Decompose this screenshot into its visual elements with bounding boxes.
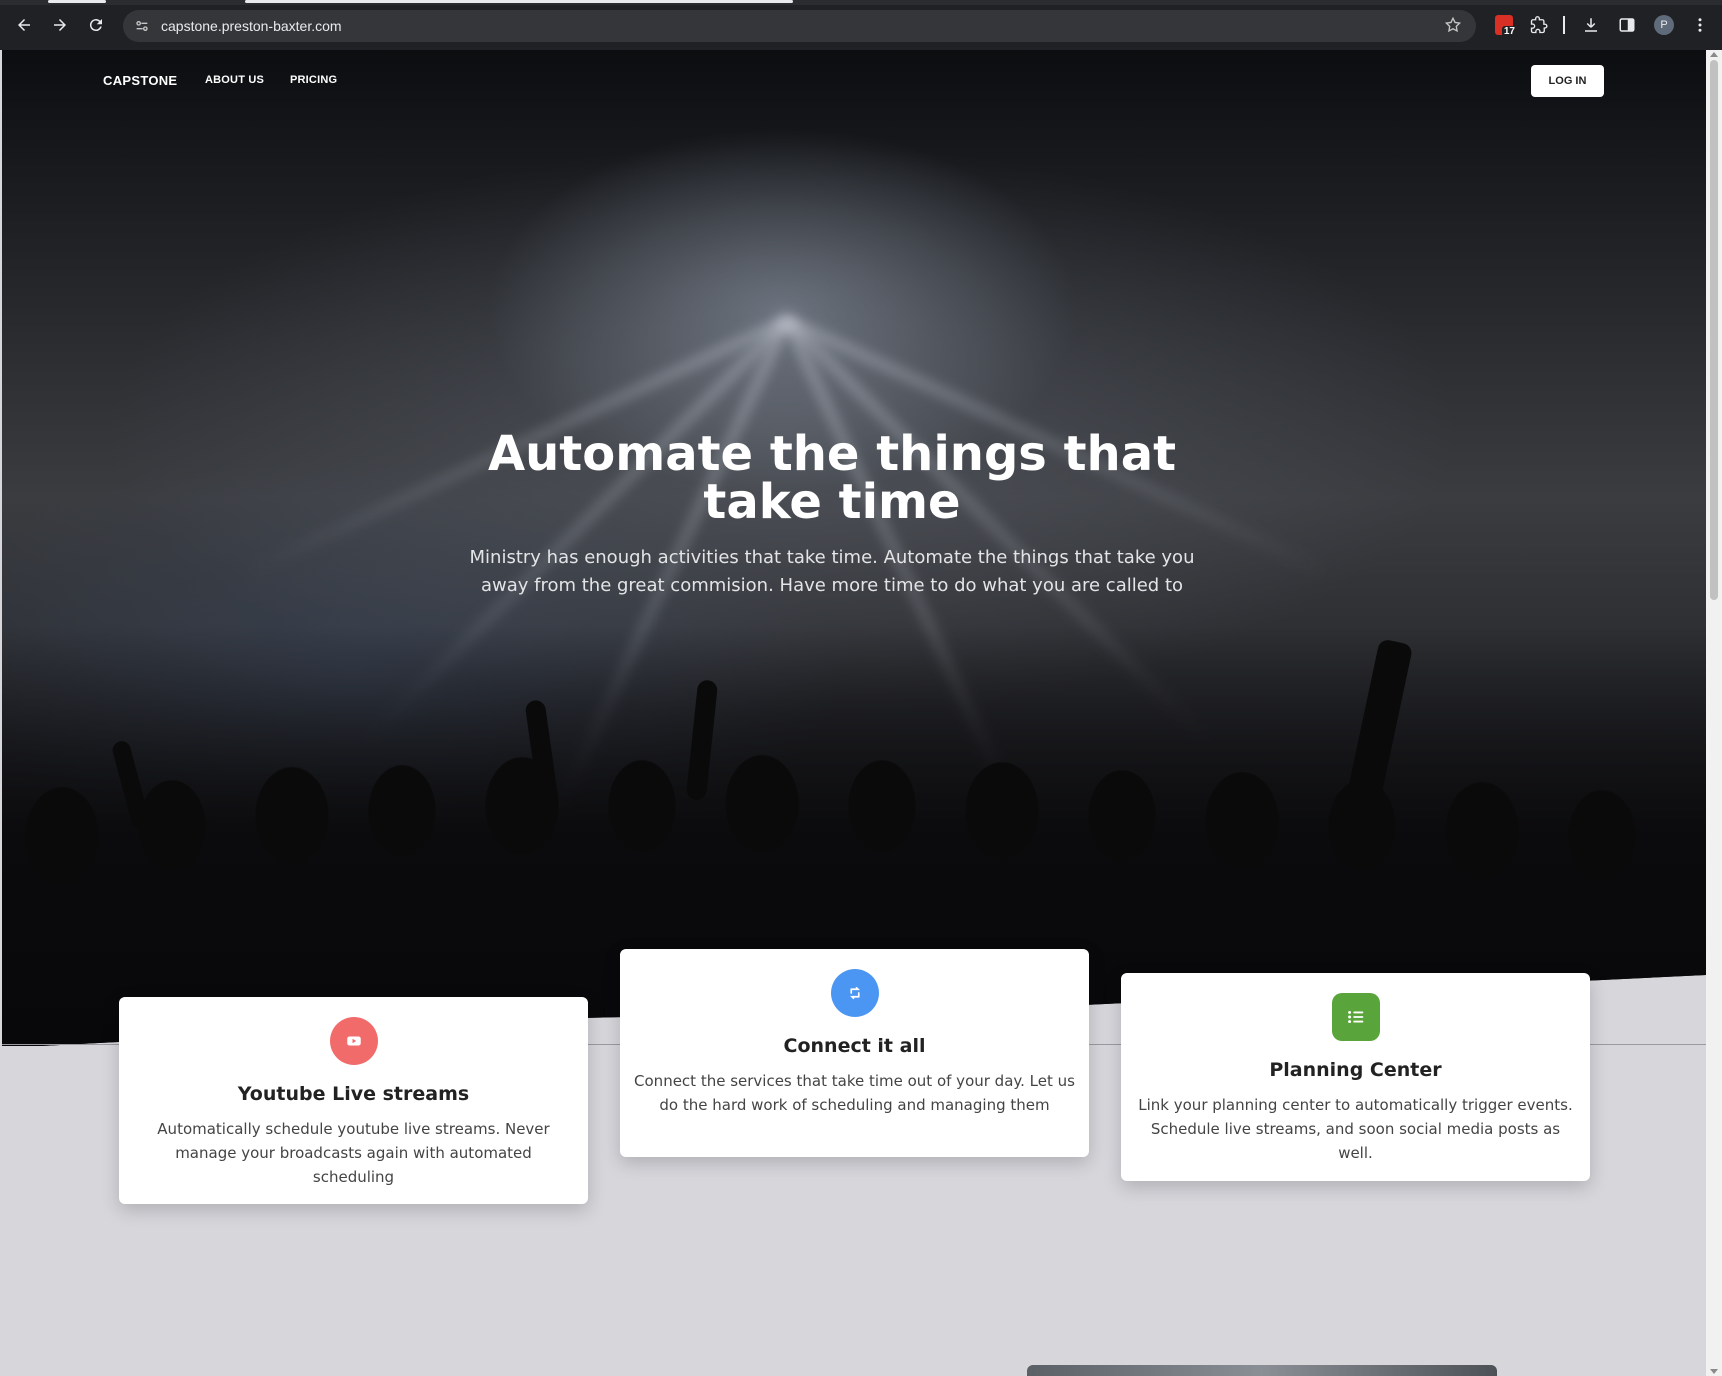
browser-toolbar: capstone.preston-baxter.com 17 P: [0, 0, 1722, 50]
calendar-badge: 17: [1501, 26, 1517, 37]
active-tab-indicator[interactable]: [245, 0, 793, 3]
scrollbar-thumb[interactable]: [1710, 60, 1718, 600]
feature-title: Youtube Live streams: [237, 1083, 470, 1105]
brand-logo[interactable]: CAPSTONE: [103, 73, 177, 88]
reload-icon: [89, 19, 102, 32]
section-image: [1027, 1365, 1497, 1376]
site-navbar: CAPSTONE ABOUT US PRICING LOG IN: [2, 50, 1706, 106]
side-panel-icon[interactable]: [1615, 13, 1639, 37]
calendar-extension-icon[interactable]: 17: [1492, 13, 1517, 37]
hero-subtitle-line: Ministry has enough activities that take…: [469, 547, 1195, 568]
sync-icon: [830, 969, 879, 1017]
toolbar-separator: [1563, 16, 1565, 34]
browser-menu-icon[interactable]: [1688, 13, 1712, 37]
downloads-icon[interactable]: [1579, 13, 1603, 37]
nav-link-about-us[interactable]: ABOUT US: [205, 74, 264, 86]
hero-title-line: take time: [703, 474, 961, 530]
feature-title: Connect it all: [783, 1035, 926, 1057]
arrow-right-icon: [54, 19, 66, 31]
feature-card-youtube: Youtube Live streams Automatically sched…: [119, 997, 588, 1204]
arrow-left-icon: [18, 19, 30, 31]
list-icon: [1331, 993, 1380, 1041]
hero-content: Automate the things that take time Minis…: [432, 430, 1232, 600]
hero-subtitle: Ministry has enough activities that take…: [432, 544, 1232, 600]
feature-description: Connect the services that take time out …: [634, 1072, 1075, 1114]
hero-title-line: Automate the things that: [487, 426, 1177, 482]
feature-card-planning-center: Planning Center Link your planning cente…: [1121, 973, 1590, 1181]
forward-button[interactable]: [48, 13, 72, 37]
feature-title: Planning Center: [1269, 1059, 1442, 1081]
feature-card-connect: Connect it all Connect the services that…: [620, 949, 1089, 1157]
extensions-puzzle-icon[interactable]: [1527, 13, 1551, 37]
profile-avatar[interactable]: P: [1652, 13, 1676, 37]
scroll-down-arrow-icon[interactable]: [1710, 1369, 1718, 1374]
reload-button[interactable]: [84, 13, 108, 37]
page-scrollbar[interactable]: [1706, 50, 1722, 1376]
site-info-icon[interactable]: [129, 13, 155, 39]
nav-link-pricing[interactable]: PRICING: [290, 74, 337, 86]
tab-indicator: [48, 0, 106, 3]
profile-initial: P: [1654, 15, 1674, 35]
url-text: capstone.preston-baxter.com: [161, 18, 342, 34]
feature-description: Link your planning center to automatical…: [1138, 1096, 1573, 1162]
youtube-icon: [329, 1017, 378, 1065]
address-bar[interactable]: capstone.preston-baxter.com: [123, 10, 1476, 42]
hero-subtitle-line: away from the great commision. Have more…: [480, 575, 1184, 596]
feature-description: Automatically schedule youtube live stre…: [157, 1120, 550, 1186]
back-button[interactable]: [12, 13, 36, 37]
webpage: CAPSTONE ABOUT US PRICING LOG IN Automat…: [2, 50, 1706, 1376]
bookmark-star-icon[interactable]: [1444, 16, 1462, 39]
scroll-up-arrow-icon[interactable]: [1710, 52, 1718, 57]
hero-title: Automate the things that take time: [432, 430, 1232, 526]
login-button[interactable]: LOG IN: [1531, 65, 1604, 97]
